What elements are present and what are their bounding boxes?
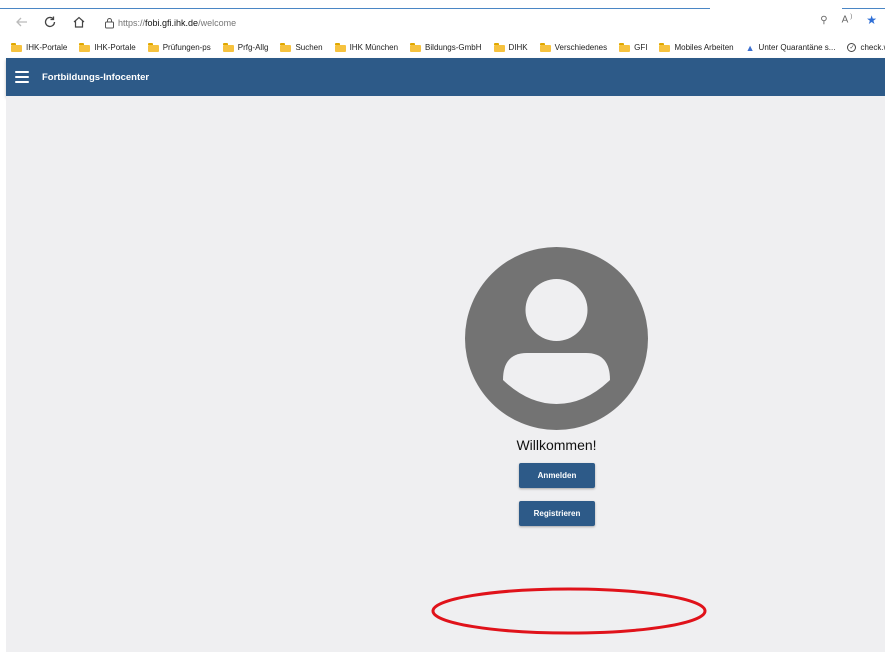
read-aloud-icon[interactable]: A ) <box>842 14 853 25</box>
folder-icon <box>280 43 292 52</box>
bookmark-label: IHK München <box>349 43 399 52</box>
menu-icon[interactable] <box>15 71 29 83</box>
url-host: fobi.gfi.ihk.de <box>145 18 199 28</box>
bookmark-label: IHK-Portale <box>94 43 136 52</box>
welcome-heading: Willkommen! <box>516 437 597 453</box>
folder-icon <box>147 43 159 52</box>
url-protocol: https:// <box>118 18 146 28</box>
bookmark-label: Unter Quarantäne s... <box>758 43 836 52</box>
welcome-page <box>6 96 885 652</box>
folder-icon <box>79 43 91 52</box>
bookmark-item[interactable]: Suchen <box>280 43 323 52</box>
folder-icon <box>222 43 234 52</box>
bookmark-label: DIHK <box>508 43 528 52</box>
back-button[interactable] <box>12 12 32 32</box>
favorite-star-icon[interactable]: ★ <box>866 13 877 27</box>
bookmark-label: Verschiedenes <box>554 43 608 52</box>
login-button[interactable]: Anmelden <box>519 463 595 488</box>
bookmark-label: IHK-Portale <box>26 43 68 52</box>
bookmark-label: Prfg-Allg <box>237 43 269 52</box>
folder-icon <box>493 43 505 52</box>
bookmark-label: Bildungs-GmbH <box>425 43 482 52</box>
bookmark-item[interactable]: Mobiles Arbeiten <box>659 43 734 52</box>
avatar-head <box>525 279 588 341</box>
bookmark-label: Prüfungen-ps <box>162 43 211 52</box>
bookmark-label: Mobiles Arbeiten <box>674 43 734 52</box>
zoom-icon[interactable]: ⚲ <box>820 15 827 26</box>
folder-icon <box>334 43 346 52</box>
check-icon: ✓ <box>847 43 857 52</box>
register-button[interactable]: Registrieren <box>519 501 595 526</box>
bookmark-item[interactable]: IHK-Portale <box>11 43 67 52</box>
bookmarks-bar: IHK-Portale IHK-Portale Prüfungen-ps Prf… <box>0 37 885 58</box>
site-icon: ▲ <box>745 42 755 53</box>
bookmark-item[interactable]: DIHK <box>493 43 528 52</box>
bookmark-label: GFI <box>634 43 648 52</box>
url-field[interactable]: https://fobi.gfi.ihk.de/welcome <box>118 9 236 37</box>
folder-icon <box>619 43 631 52</box>
bookmark-item[interactable]: ▲ Unter Quarantäne s... <box>746 43 836 53</box>
bookmark-item[interactable]: IHK München <box>334 43 399 52</box>
lock-icon <box>105 18 114 29</box>
reload-icon <box>44 16 56 28</box>
app-title: Fortbildungs-Infocenter <box>42 71 150 83</box>
url-path: /welcome <box>198 18 237 28</box>
folder-icon <box>11 43 22 52</box>
browser-top-accent <box>0 0 885 9</box>
bookmark-item[interactable]: Prüfungen-ps <box>147 43 211 52</box>
app-header: Fortbildungs-Infocenter <box>6 58 885 96</box>
reload-button[interactable] <box>40 12 60 32</box>
bookmark-item[interactable]: Verschiedenes <box>539 43 608 52</box>
home-button[interactable] <box>69 12 89 32</box>
bookmark-label: check.work - I <box>860 43 885 52</box>
home-icon <box>73 16 85 28</box>
bookmark-label: Suchen <box>295 43 323 52</box>
bookmark-item[interactable]: Bildungs-GmbH <box>410 43 482 52</box>
arrow-left-icon <box>16 17 27 27</box>
bookmark-item[interactable]: Prfg-Allg <box>222 43 269 52</box>
folder-icon <box>539 43 551 52</box>
folder-icon <box>659 43 671 52</box>
bookmark-item[interactable]: ✓check.work - I <box>847 43 885 52</box>
bookmark-item[interactable]: IHK-Portale <box>79 43 136 52</box>
browser-toolbar-right: ⚲ A ) ★ <box>820 13 877 27</box>
bookmark-item[interactable]: GFI <box>619 43 647 52</box>
address-bar-row: https://fobi.gfi.ihk.de/welcome ⚲ A ) ★ <box>0 9 885 37</box>
avatar <box>465 247 648 430</box>
folder-icon <box>410 43 422 52</box>
